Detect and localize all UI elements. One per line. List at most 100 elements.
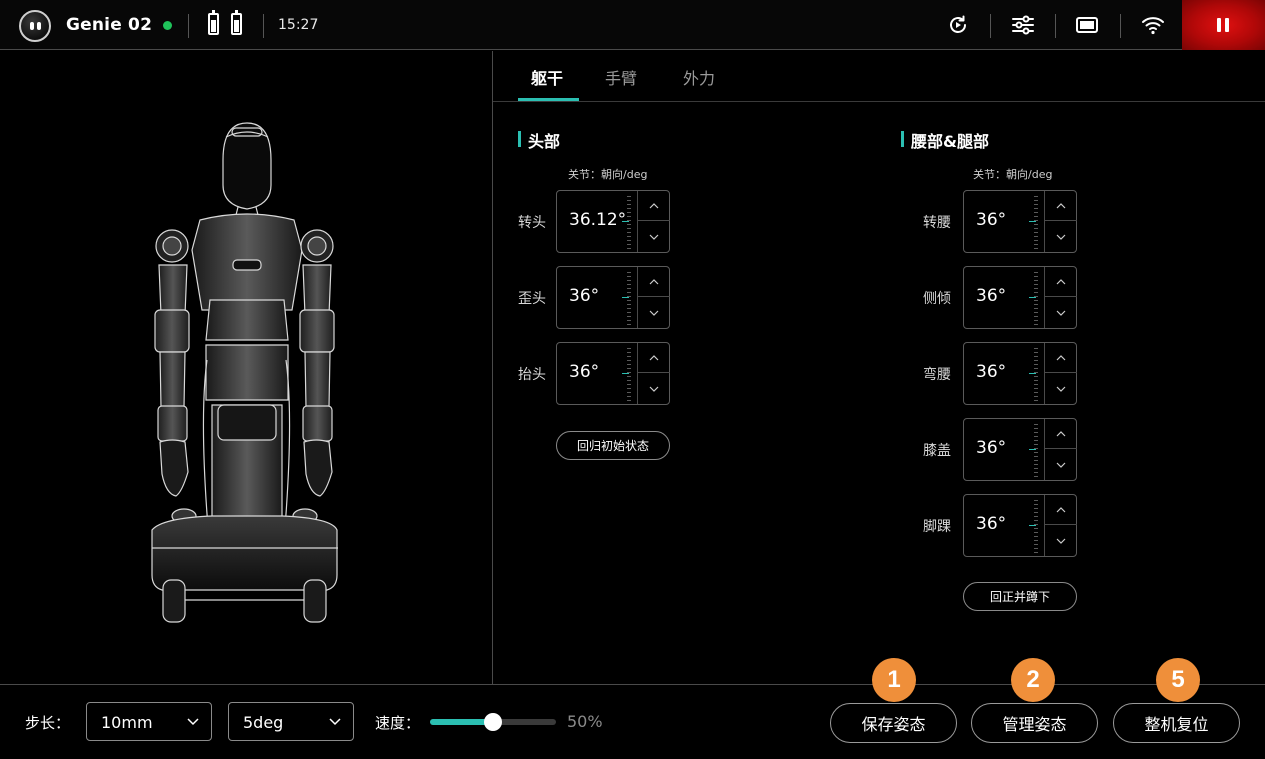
- increment-button[interactable]: [1045, 495, 1077, 525]
- joint-label: 膝盖: [923, 443, 951, 459]
- increment-button[interactable]: [638, 267, 670, 297]
- divider: [188, 14, 189, 38]
- panel-divider: [492, 51, 493, 684]
- chevron-up-icon: [649, 278, 659, 284]
- speed-label: 速度：: [375, 714, 421, 732]
- step-distance-select[interactable]: 10mm: [86, 702, 212, 741]
- chevron-down-icon: [649, 234, 659, 240]
- head-section-title: 头部: [518, 128, 560, 152]
- tab-torso[interactable]: 躯干: [531, 65, 563, 89]
- chevron-up-icon: [1056, 202, 1066, 208]
- ankle-control: 36°: [963, 494, 1077, 557]
- decrement-button[interactable]: [1045, 298, 1077, 328]
- joint-value[interactable]: 36°: [569, 286, 599, 306]
- waist-turn-control: 36°: [963, 190, 1077, 253]
- save-pose-button[interactable]: 保存姿态: [830, 703, 957, 743]
- joint-label: 侧倾: [923, 291, 951, 307]
- joint-label: 脚踝: [923, 519, 951, 535]
- joint-value[interactable]: 36°: [976, 286, 1006, 306]
- decrement-button[interactable]: [638, 298, 670, 328]
- chevron-up-icon: [1056, 430, 1066, 436]
- joint-label: 转腰: [923, 215, 951, 231]
- increment-button[interactable]: [1045, 419, 1077, 449]
- decrement-button[interactable]: [1045, 450, 1077, 480]
- joint-value[interactable]: 36.12°: [569, 210, 626, 230]
- joint-scale: [621, 345, 631, 402]
- step-label: 步长：: [25, 714, 71, 732]
- bottom-toolbar: 步长： 10mm 5deg 速度： 50% 保存姿态 管理姿态 整机复位: [0, 684, 1265, 759]
- divider: [1055, 14, 1056, 38]
- head-lift-control: 36°: [556, 342, 670, 405]
- step-badge: 2: [1011, 658, 1055, 702]
- robot-name: Genie 02: [66, 15, 153, 35]
- head-reset-button[interactable]: 回归初始状态: [556, 431, 670, 460]
- step-angle-select[interactable]: 5deg: [228, 702, 354, 741]
- tab-arm[interactable]: 手臂: [605, 65, 637, 89]
- joint-label: 歪头: [518, 291, 546, 307]
- joint-scale: [1028, 421, 1038, 478]
- joint-scale: [1028, 269, 1038, 326]
- joint-scale: [1028, 497, 1038, 554]
- decrement-button[interactable]: [638, 222, 670, 252]
- chevron-down-icon: [329, 718, 341, 726]
- pause-icon: [1217, 18, 1221, 32]
- joint-value[interactable]: 36°: [569, 362, 599, 382]
- chevron-down-icon: [649, 386, 659, 392]
- wifi-icon[interactable]: [1141, 13, 1165, 37]
- joint-scale: [621, 193, 631, 250]
- chevron-up-icon: [1056, 278, 1066, 284]
- chevron-up-icon: [1056, 354, 1066, 360]
- battery-icon: [208, 10, 219, 35]
- chevron-up-icon: [1056, 506, 1066, 512]
- manage-pose-button[interactable]: 管理姿态: [971, 703, 1098, 743]
- increment-button[interactable]: [638, 343, 670, 373]
- divider: [990, 14, 991, 38]
- straighten-squat-button[interactable]: 回正并蹲下: [963, 582, 1077, 611]
- increment-button[interactable]: [1045, 343, 1077, 373]
- joint-label: 弯腰: [923, 367, 951, 383]
- speed-slider[interactable]: [430, 713, 556, 731]
- waist-lean-control: 36°: [963, 266, 1077, 329]
- head-tilt-control: 36°: [556, 266, 670, 329]
- display-icon[interactable]: [1075, 13, 1099, 37]
- chevron-down-icon: [1056, 538, 1066, 544]
- chevron-up-icon: [649, 202, 659, 208]
- increment-button[interactable]: [1045, 191, 1077, 221]
- increment-button[interactable]: [638, 191, 670, 221]
- decrement-button[interactable]: [1045, 222, 1077, 252]
- top-bar: Genie 02 15:27: [0, 0, 1265, 50]
- increment-button[interactable]: [1045, 267, 1077, 297]
- chevron-down-icon: [649, 310, 659, 316]
- speed-percent: 50%: [567, 712, 603, 731]
- selected-value: 10mm: [101, 713, 153, 732]
- joint-scale: [621, 269, 631, 326]
- decrement-button[interactable]: [638, 374, 670, 404]
- decrement-button[interactable]: [1045, 374, 1077, 404]
- joint-value[interactable]: 36°: [976, 438, 1006, 458]
- slider-thumb[interactable]: [484, 713, 502, 731]
- waist-column-caption: 关节：朝向/deg: [973, 168, 1053, 181]
- replay-icon[interactable]: [946, 13, 970, 37]
- active-tab-indicator: [518, 98, 579, 101]
- pause-icon: [1225, 18, 1229, 32]
- tab-external-force[interactable]: 外力: [683, 65, 715, 89]
- emergency-pause-button[interactable]: [1182, 0, 1265, 50]
- joint-scale: [1028, 345, 1038, 402]
- step-badge: 5: [1156, 658, 1200, 702]
- chevron-down-icon: [1056, 386, 1066, 392]
- joint-value[interactable]: 36°: [976, 210, 1006, 230]
- chevron-down-icon: [1056, 462, 1066, 468]
- head-column-caption: 关节：朝向/deg: [568, 168, 648, 181]
- knee-control: 36°: [963, 418, 1077, 481]
- chevron-down-icon: [1056, 310, 1066, 316]
- head-turn-control: 36.12°: [556, 190, 670, 253]
- clock: 15:27: [278, 17, 319, 33]
- chevron-down-icon: [1056, 234, 1066, 240]
- settings-sliders-icon[interactable]: [1011, 13, 1035, 37]
- waist-legs-section-title: 腰部&腿部: [901, 128, 989, 152]
- full-reset-button[interactable]: 整机复位: [1113, 703, 1240, 743]
- joint-value[interactable]: 36°: [976, 514, 1006, 534]
- joint-scale: [1028, 193, 1038, 250]
- decrement-button[interactable]: [1045, 526, 1077, 556]
- joint-value[interactable]: 36°: [976, 362, 1006, 382]
